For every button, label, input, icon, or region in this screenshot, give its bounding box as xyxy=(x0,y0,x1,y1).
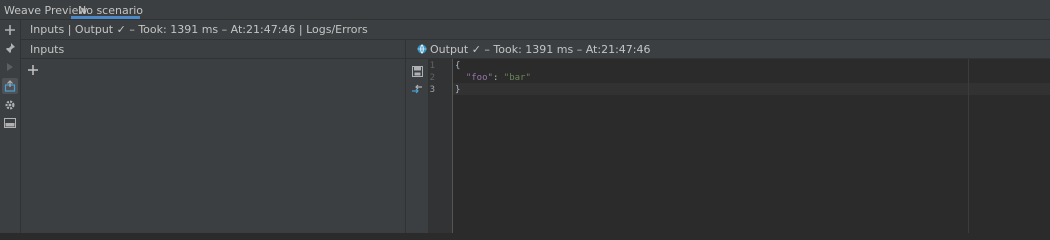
json-value: "bar" xyxy=(503,73,531,83)
globe-icon xyxy=(417,44,427,54)
line-number: 3 xyxy=(429,85,435,95)
output-panel: Output ✓ – Took: 1391 ms – At:21:47:46 1… xyxy=(406,40,1050,233)
add-input-button[interactable] xyxy=(26,63,40,77)
compare-icon[interactable] xyxy=(410,82,424,96)
inputs-panel: Inputs xyxy=(21,40,406,233)
current-line-highlight xyxy=(453,83,1050,95)
add-icon[interactable] xyxy=(2,22,18,38)
inputs-title: Inputs xyxy=(30,43,65,56)
pin-icon[interactable] xyxy=(2,40,18,56)
status-line: Inputs | Output ✓ – Took: 1391 ms – At:2… xyxy=(21,20,1050,40)
inputs-header: Inputs xyxy=(21,40,405,59)
export-icon[interactable] xyxy=(2,78,18,94)
status-text: Inputs | Output ✓ – Took: 1391 ms – At:2… xyxy=(30,23,368,36)
tab-bar: Weave Preview No scenario xyxy=(0,0,1050,20)
right-margin-guide xyxy=(968,59,969,233)
open-brace: { xyxy=(455,61,461,71)
close-brace: } xyxy=(455,85,461,95)
line-number-gutter: 1 2 3 xyxy=(429,59,453,233)
line-number: 2 xyxy=(429,73,435,83)
active-tab-indicator xyxy=(71,16,140,19)
code-line: { xyxy=(455,61,460,71)
json-key: "foo" xyxy=(465,73,493,83)
output-editor[interactable]: { "foo": "bar" } xyxy=(453,59,1050,233)
tool-strip xyxy=(0,20,21,233)
output-header: Output ✓ – Took: 1391 ms – At:21:47:46 xyxy=(406,40,1050,59)
output-title: Output ✓ – Took: 1391 ms – At:21:47:46 xyxy=(430,43,651,56)
plus-icon xyxy=(28,65,38,75)
code-line: } xyxy=(455,85,460,95)
layout-icon[interactable] xyxy=(2,115,18,131)
line-number: 1 xyxy=(429,61,435,71)
code-line: "foo": "bar" xyxy=(455,73,531,83)
run-icon[interactable] xyxy=(2,59,18,75)
json-separator: : xyxy=(492,73,504,83)
output-toolbar xyxy=(406,59,429,233)
gear-icon[interactable] xyxy=(2,97,18,113)
save-icon[interactable] xyxy=(410,64,424,78)
